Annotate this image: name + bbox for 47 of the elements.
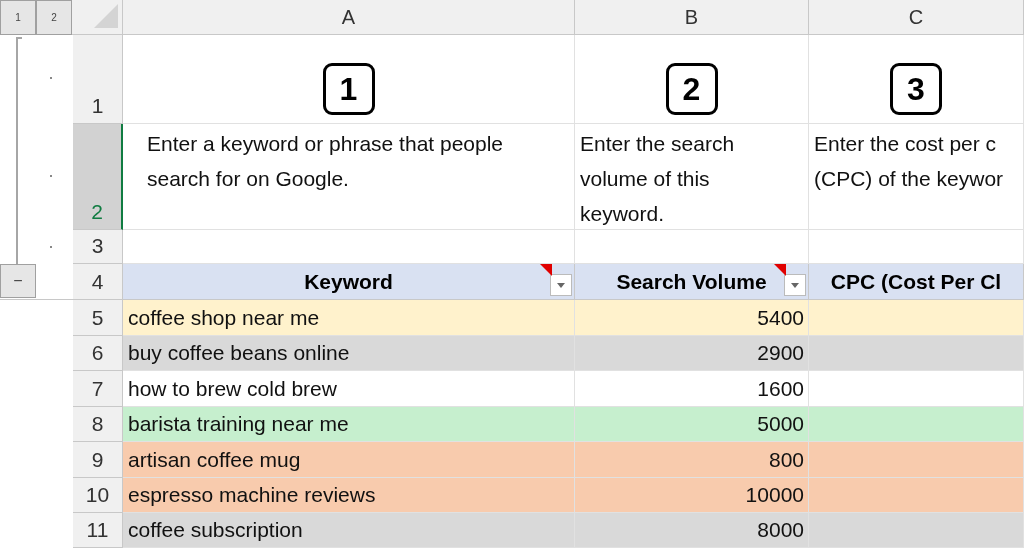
row-header[interactable]: 10 (73, 478, 123, 513)
row-header[interactable]: 3 (73, 230, 123, 264)
table-cell: how to brew cold brew (123, 371, 575, 407)
column-header[interactable]: B (575, 0, 809, 35)
row-header[interactable]: 8 (73, 407, 123, 442)
row-header[interactable]: 7 (73, 371, 123, 407)
instruction-text: Enter the cost per c (814, 131, 998, 157)
dropdown-icon (791, 282, 799, 288)
row-header[interactable]: 4 (73, 264, 123, 300)
outline-level-button[interactable]: 2 (36, 0, 72, 35)
row-header[interactable]: 5 (73, 300, 123, 336)
collapse-button[interactable]: − (0, 264, 36, 298)
step-number-badge: 2 (665, 63, 718, 115)
table-cell: 800 (575, 442, 809, 478)
column-header[interactable]: A (123, 0, 575, 35)
instruction-text: search for on Google. (147, 166, 350, 192)
table-cell: 5400 (575, 300, 809, 336)
table-cell: 10000 (575, 478, 809, 513)
step-number-badge: 1 (322, 63, 375, 115)
filter-button[interactable] (550, 274, 572, 296)
instruction-text: (CPC) of the keywor (814, 166, 1005, 192)
column-header[interactable]: C (809, 0, 1024, 35)
table-cell: 8000 (575, 513, 809, 548)
row-header[interactable]: 9 (73, 442, 123, 478)
table-cell: 1600 (575, 371, 809, 407)
table-cell: coffee shop near me (123, 300, 575, 336)
table-cell: buy coffee beans online (123, 336, 575, 371)
table-cell: barista training near me (123, 407, 575, 442)
row-header[interactable]: 1 (73, 35, 123, 124)
column-heading: Search Volume (616, 268, 767, 295)
table-cell: espresso machine reviews (123, 478, 575, 513)
instruction-text: Enter the search (580, 131, 736, 157)
row-header[interactable]: 6 (73, 336, 123, 371)
table-cell: 2900 (575, 336, 809, 371)
table-cell: artisan coffee mug (123, 442, 575, 478)
instruction-text: keyword. (580, 201, 666, 227)
column-heading: CPC (Cost Per Cl (830, 268, 1002, 295)
table-cell: coffee subscription (123, 513, 575, 548)
column-heading: Keyword (304, 268, 393, 295)
table-cell: 5000 (575, 407, 809, 442)
step-number-badge: 3 (890, 63, 942, 115)
outline-level-button[interactable]: 1 (0, 0, 36, 35)
dropdown-icon (557, 282, 565, 288)
row-header[interactable]: 11 (73, 513, 123, 548)
filter-button[interactable] (784, 274, 806, 296)
instruction-text: Enter a keyword or phrase that people (147, 131, 505, 157)
instruction-text: volume of this (580, 166, 711, 192)
